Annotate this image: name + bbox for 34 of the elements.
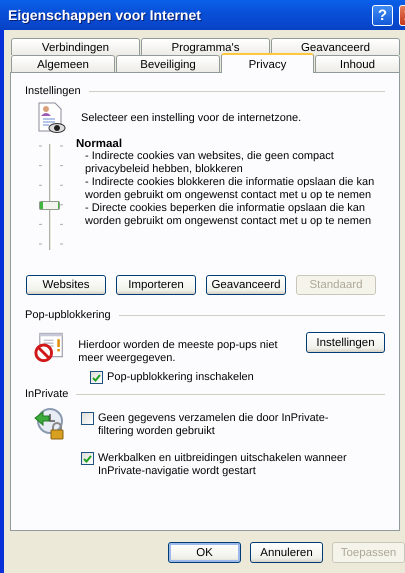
level-title: Normaal [76,138,124,150]
checkbox-label[interactable]: Geen gegevens verzamelen die door InPrivate-filtering worden gebruikt [98,412,363,438]
tab[interactable]: Beveiliging [116,55,220,72]
intro-text: Selecteer een instelling voor de internetzone. [81,112,302,124]
tab[interactable]: Programma's [141,38,270,55]
tab[interactable]: Privacy [221,53,314,73]
dialog-button[interactable]: OK [168,542,241,563]
help-button[interactable]: ? [372,4,393,26]
level-description: - Indirecte cookies van websites, die geen compact privacybeleid hebben, blokkeren [84,150,335,176]
tab[interactable]: Geavanceerd [271,38,400,55]
checkbox-label[interactable]: Werkbalken en uitbreidingen uitschakelen wanneer InPrivate-navigatie wordt gestart [98,452,363,478]
check-icon [83,454,92,462]
tab[interactable]: Verbindingen [11,38,140,55]
dialog-button[interactable]: Websites [26,275,106,295]
section-heading: Instellingen [25,85,81,97]
checkbox-label[interactable]: Pop-upblokkering inschakelen [107,371,254,384]
level-description: - Indirecte cookies blokkeren die informatie opslaan die kan worden gebruikt om ongewenst contact met u op te nemen [84,176,376,202]
popup-description: Hierdoor worden de meeste pop-ups niet meer weergegeven. [78,339,278,365]
section-heading: Pop-upblokkering [25,309,111,321]
tab[interactable]: Inhoud [315,55,400,72]
checkbox[interactable] [81,412,94,425]
dialog-button[interactable]: Annuleren [250,542,323,563]
blocked-window-icon [33,331,64,363]
checkbox[interactable] [81,452,94,465]
dialog-button[interactable]: Geavanceerd [206,275,286,295]
slider-thumb[interactable] [39,200,60,210]
checkbox[interactable] [90,371,103,384]
window-title: Eigenschappen voor Internet [8,7,202,23]
dialog-button[interactable]: Importeren [116,275,196,295]
check-icon [92,374,101,382]
tab[interactable]: Algemeen [11,55,115,72]
level-description: - Directe cookies beperken die informatie opslaan die kan worden gebruikt om ongewenst contact met u op te nemen [84,202,372,228]
settings-button[interactable]: Instellingen [306,332,385,353]
section-heading: InPrivate [25,388,68,400]
